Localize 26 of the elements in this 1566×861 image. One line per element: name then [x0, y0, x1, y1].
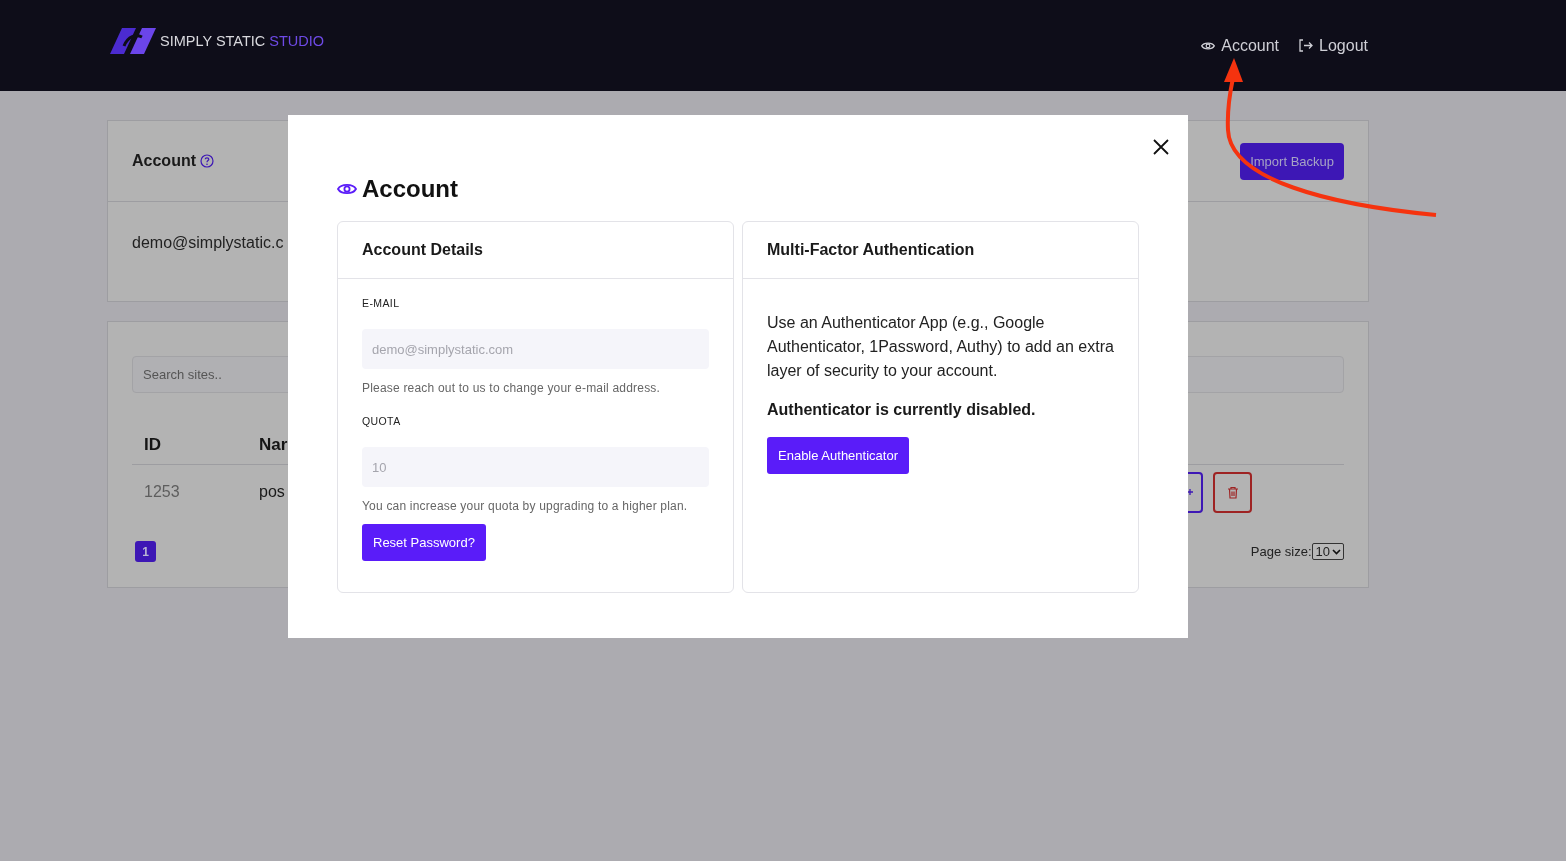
dialog-title: Account — [362, 175, 458, 203]
reset-password-button[interactable]: Reset Password? — [362, 524, 486, 561]
card-title: Account — [132, 152, 196, 170]
page-button[interactable]: 1 — [135, 541, 156, 562]
input-field[interactable]: 10 — [362, 447, 709, 487]
logo-text: SIMPLY STATIC STUDIO — [160, 32, 325, 49]
column-header: Nar — [259, 434, 289, 455]
mfa-status: Authenticator is currently disabled. — [767, 401, 1037, 419]
mfa-description: Use an Authenticator App (e.g., Google Authenticator, 1Password, Authy) to add an extra layer of security to your account. — [767, 313, 1114, 381]
table-cell-text: pos — [259, 483, 286, 501]
field-label: E-MAIL — [362, 297, 401, 309]
account-email: demo@simplystatic.c — [132, 234, 284, 251]
column-header: ID — [144, 434, 162, 455]
import-button[interactable]: Import Backup — [1240, 142, 1344, 180]
nav-link[interactable]: Logout — [1299, 36, 1368, 55]
panel-title: Multi-Factor Authentication — [767, 241, 975, 259]
table-cell-text: 1253 — [144, 483, 181, 501]
page-size-select[interactable]: 10 — [1311, 543, 1344, 560]
field-hint: Please reach out to us to change your e-mail address. — [362, 381, 662, 395]
input-field[interactable]: demo@simplystatic.com — [362, 329, 709, 369]
field-label: QUOTA — [362, 415, 402, 427]
page-size-label: Page size: — [1250, 544, 1312, 559]
nav-link[interactable]: Account — [1201, 36, 1280, 55]
field-hint: You can increase your quota by upgrading to a higher plan. — [362, 499, 689, 513]
enable-authenticator-button[interactable]: Enable Authenticator — [767, 437, 909, 474]
panel-title: Account Details — [362, 241, 483, 259]
